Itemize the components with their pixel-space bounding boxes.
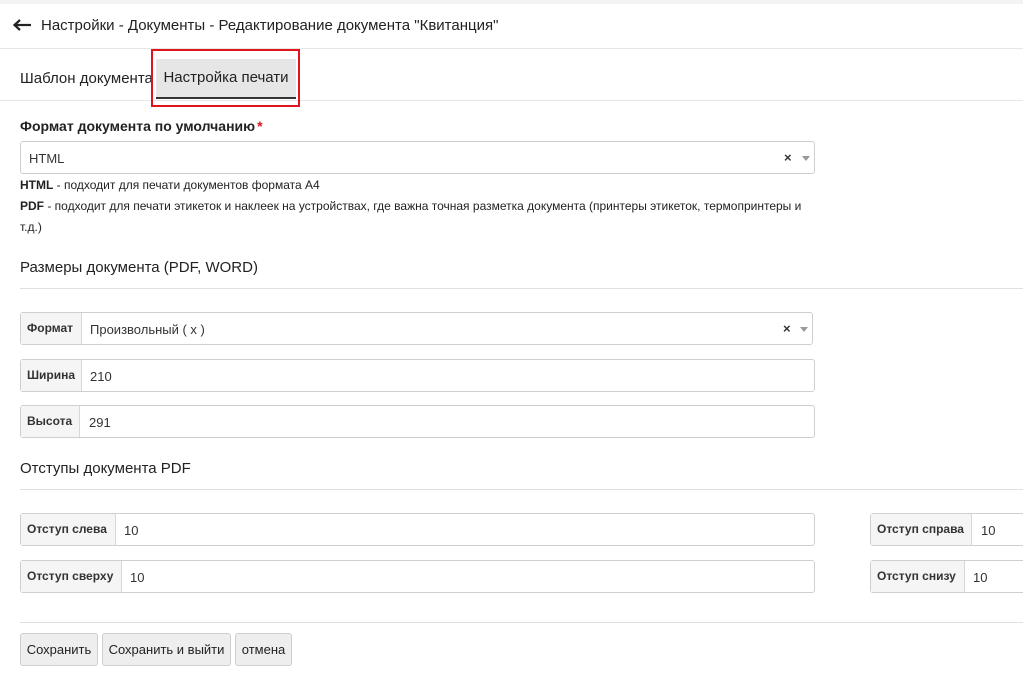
default-format-label: Формат документа по умолчанию *: [20, 118, 263, 134]
width-value: 210: [90, 369, 112, 384]
hint-pdf-term: PDF: [20, 199, 44, 213]
margin-bottom-field[interactable]: Отступ снизу 10: [870, 560, 1023, 593]
height-label: Высота: [21, 406, 80, 437]
arrow-left-icon[interactable]: [11, 17, 33, 33]
margin-right-field[interactable]: Отступ справа 10: [870, 513, 1023, 546]
hint-pdf-cont-text: т.д.): [20, 220, 42, 234]
margin-top-value: 10: [130, 570, 145, 585]
width-field[interactable]: Ширина 210: [20, 359, 815, 392]
tab-print-settings[interactable]: Настройка печати: [156, 59, 296, 99]
paper-format-select[interactable]: Формат Произвольный ( x ) ×: [20, 312, 813, 345]
margins-section-divider: [20, 489, 1023, 490]
cancel-button[interactable]: отмена: [235, 633, 292, 666]
default-format-label-text: Формат документа по умолчанию: [20, 118, 256, 134]
margin-right-value: 10: [981, 523, 996, 538]
height-field[interactable]: Высота 291: [20, 405, 815, 438]
required-mark: *: [257, 118, 263, 134]
tab-document-template[interactable]: Шаблон документа: [20, 70, 153, 87]
height-value: 291: [89, 415, 111, 430]
size-section-divider: [20, 288, 1023, 289]
hint-pdf-text: - подходит для печати этикеток и наклеек…: [44, 199, 802, 213]
paper-format-label: Формат: [21, 313, 82, 344]
clear-icon[interactable]: ×: [784, 151, 792, 165]
save-button[interactable]: Сохранить: [20, 633, 98, 666]
save-and-exit-button[interactable]: Сохранить и выйти: [102, 633, 231, 666]
margin-top-label: Отступ сверху: [21, 561, 122, 592]
hint-pdf: PDF - подходит для печати этикеток и нак…: [20, 199, 801, 213]
size-section-title: Размеры документа (PDF, WORD): [20, 259, 258, 276]
margin-bottom-label: Отступ снизу: [871, 561, 965, 592]
page-header: Настройки - Документы - Редактирование д…: [0, 4, 1023, 49]
hint-html-term: HTML: [20, 178, 54, 192]
hint-html: HTML - подходит для печати документов фо…: [20, 178, 320, 192]
default-format-select[interactable]: HTML ×: [20, 141, 815, 174]
hint-pdf-cont: т.д.): [20, 220, 42, 234]
chevron-down-icon[interactable]: [802, 156, 810, 161]
hint-html-text: - подходит для печати документов формата…: [53, 178, 320, 192]
page-title: Настройки - Документы - Редактирование д…: [41, 17, 499, 34]
paper-format-value: Произвольный ( x ): [90, 322, 205, 337]
margin-left-value: 10: [124, 523, 139, 538]
margins-section-title: Отступы документа PDF: [20, 460, 191, 477]
footer-divider: [20, 622, 1023, 623]
clear-icon[interactable]: ×: [783, 322, 791, 336]
chevron-down-icon[interactable]: [800, 327, 808, 332]
margin-left-field[interactable]: Отступ слева 10: [20, 513, 815, 546]
margin-left-label: Отступ слева: [21, 514, 116, 545]
margin-bottom-value: 10: [973, 570, 988, 585]
width-label: Ширина: [21, 360, 82, 391]
margin-right-label: Отступ справа: [871, 514, 972, 545]
margin-top-field[interactable]: Отступ сверху 10: [20, 560, 815, 593]
default-format-value: HTML: [29, 151, 65, 166]
tab-bar: Шаблон документа Настройка печати: [0, 49, 1023, 107]
